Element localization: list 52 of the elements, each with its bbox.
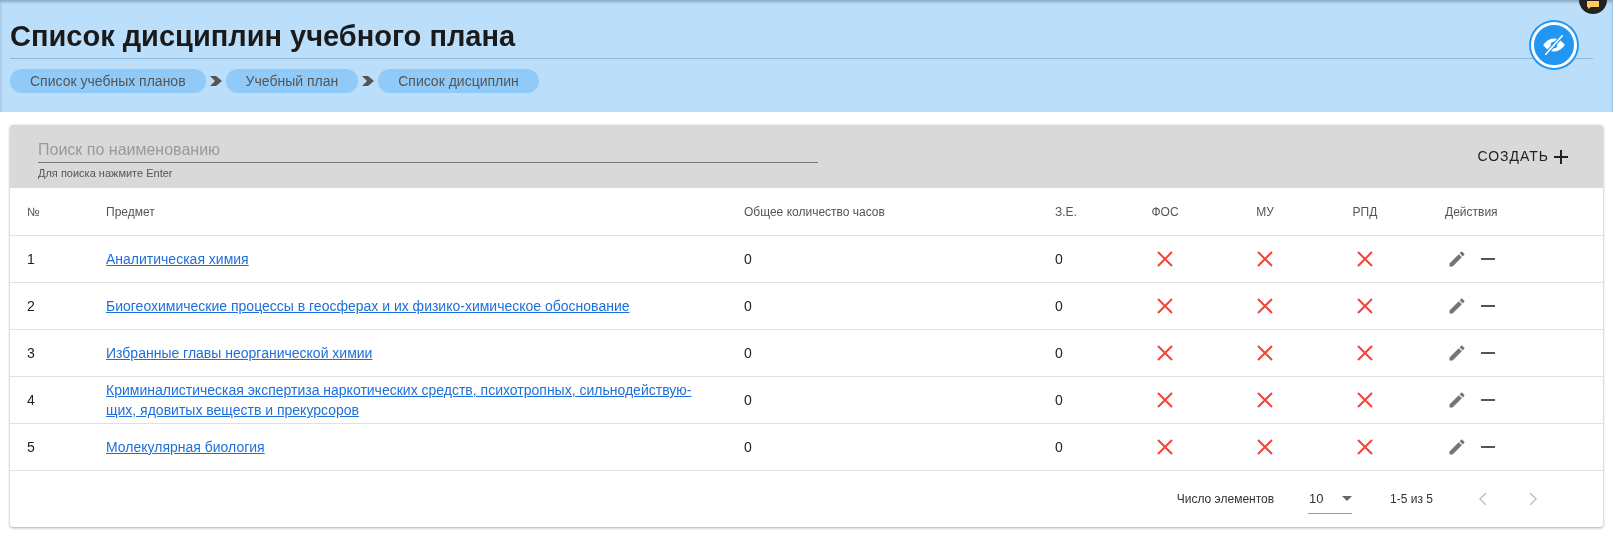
credits-cell-text: 0 <box>1055 296 1064 316</box>
row-number: 1 <box>27 249 36 269</box>
row-number: 2 <box>27 296 36 316</box>
column-header: Предмет <box>106 203 156 221</box>
credits-cell-text: 0 <box>1055 343 1064 363</box>
row-number: 5 <box>27 437 36 457</box>
chevron-icon <box>362 76 375 86</box>
page-size-label: Число элементов <box>1176 491 1275 508</box>
row-number: 4 <box>27 390 36 410</box>
page-size-select[interactable]: 10 <box>1308 484 1353 514</box>
breadcrumb-link[interactable]: Список дисциплин <box>378 69 539 93</box>
hours-cell-text: 0 <box>744 343 753 363</box>
chevron-right-icon <box>1528 491 1538 507</box>
page-range: 1-5 из 5 <box>1390 491 1433 508</box>
pencil-icon[interactable] <box>1447 343 1467 363</box>
subject-link[interactable]: Криминалистическая экспертиза наркотических средств, психотропных, сильнодействую-щих, ядовитых веществ и прекурсоров <box>106 380 744 420</box>
credits-cell-text: 0 <box>1055 390 1064 410</box>
page-title: Список дисциплин учебного плана <box>10 19 516 54</box>
breadcrumb-link[interactable]: Список учебных планов <box>10 69 206 93</box>
search-field[interactable]: Поиск по наименованию <box>38 137 818 164</box>
hours-cell-text: 0 <box>744 390 753 410</box>
pencil-icon[interactable] <box>1447 296 1467 316</box>
credits-cell-text: 0 <box>1055 249 1064 269</box>
column-header: ФОС <box>1151 203 1179 221</box>
hours-cell-text: 0 <box>744 437 753 457</box>
chat-icon <box>1587 1 1599 9</box>
hours-cell-text: 0 <box>744 296 753 316</box>
pencil-icon[interactable] <box>1447 249 1467 269</box>
subject-link[interactable]: Избранные главы неорганической химии <box>106 343 744 363</box>
row-number: 3 <box>27 343 36 363</box>
hours-cell-text: 0 <box>744 249 753 269</box>
column-header: З.Е. <box>1055 203 1078 221</box>
plus-icon <box>1553 148 1569 165</box>
pencil-icon[interactable] <box>1447 437 1467 457</box>
column-header: Действия <box>1444 203 1499 221</box>
visibility-toggle-button[interactable] <box>1531 22 1577 68</box>
subject-link[interactable]: Аналитическая химия <box>106 249 744 269</box>
column-header: Общее количество часов <box>744 203 886 221</box>
credits-cell-text: 0 <box>1055 437 1064 457</box>
subject-link[interactable]: Биогеохимические процессы в геосферах и их физико-химическое обоснование <box>106 296 744 316</box>
chevron-icon <box>209 76 222 86</box>
breadcrumb-link[interactable]: Учебный план <box>225 69 359 93</box>
caret-icon <box>1342 496 1353 501</box>
search-hint: Для поиска нажмите Enter <box>38 166 174 182</box>
eye-off-icon <box>1541 32 1567 58</box>
column-header: № <box>27 203 41 221</box>
create-button[interactable]: СОЗДАТЬ <box>1477 146 1569 167</box>
column-header: РПД <box>1352 203 1378 221</box>
chevron-left-icon <box>1478 491 1488 507</box>
column-header: МУ <box>1256 203 1274 221</box>
pencil-icon[interactable] <box>1447 390 1467 410</box>
subject-link[interactable]: Молекулярная биология <box>106 437 744 457</box>
